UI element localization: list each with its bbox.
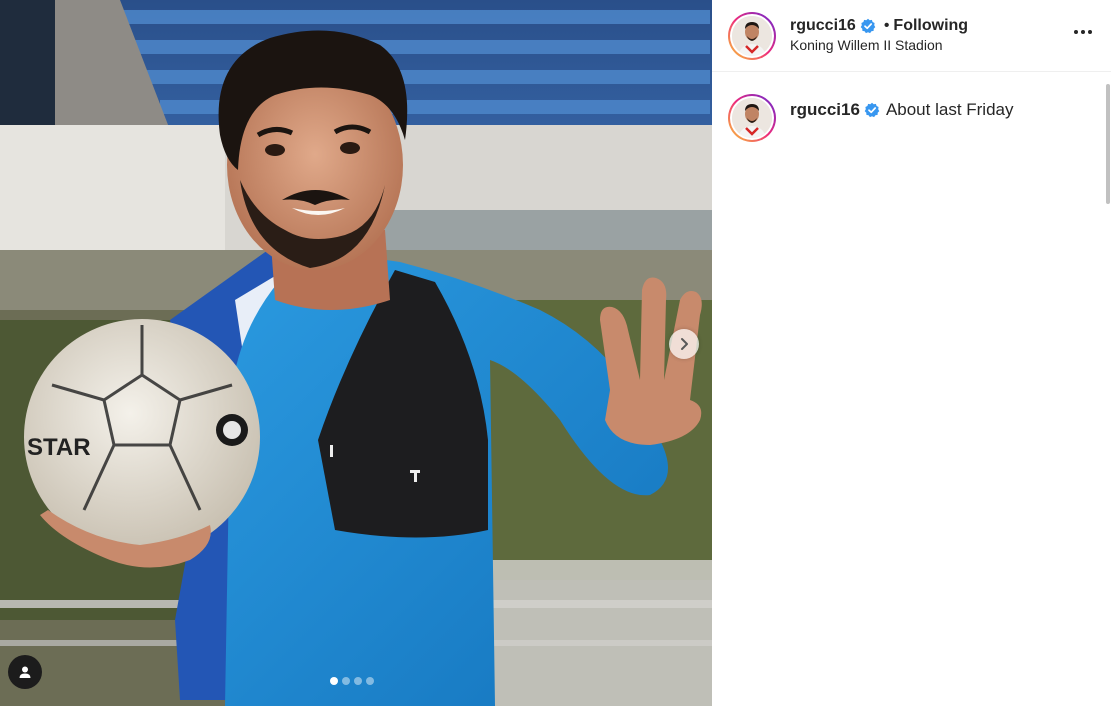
caption: rgucci16 About last Friday: [712, 72, 1111, 142]
post-header: rgucci16 • Following Koning Willem II St…: [712, 0, 1111, 72]
username-link[interactable]: rgucci16: [790, 16, 856, 36]
carousel-dot: [354, 677, 362, 685]
more-options-button[interactable]: [1071, 20, 1095, 44]
caption-avatar[interactable]: [728, 94, 776, 142]
profile-picture: [732, 98, 772, 138]
user-tag-icon: [19, 666, 31, 678]
carousel-dot: [366, 677, 374, 685]
caption-text: About last Friday: [885, 100, 1014, 119]
carousel-dot: [342, 677, 350, 685]
post-photo: STAR: [0, 0, 712, 706]
post-side-panel: rgucci16 • Following Koning Willem II St…: [712, 0, 1111, 706]
verified-badge-icon: [860, 18, 876, 34]
profile-picture: [732, 15, 772, 56]
following-button[interactable]: Following: [893, 16, 968, 36]
next-slide-button[interactable]: [669, 329, 699, 359]
tagged-users-button[interactable]: [8, 655, 42, 689]
verified-badge-icon: [864, 102, 880, 118]
more-options-icon: [1074, 30, 1092, 34]
comments-scrollbar[interactable]: [1106, 84, 1110, 204]
post-media[interactable]: STAR: [0, 0, 712, 706]
chevron-right-icon: [681, 338, 688, 350]
avatar[interactable]: [728, 11, 776, 60]
separator-dot: •: [883, 17, 890, 35]
carousel-indicator: [330, 677, 374, 685]
svg-text:STAR: STAR: [27, 434, 91, 461]
caption-username-link[interactable]: rgucci16: [790, 100, 860, 120]
carousel-dot: [330, 677, 338, 685]
location-link[interactable]: Koning Willem II Stadion: [790, 37, 968, 55]
